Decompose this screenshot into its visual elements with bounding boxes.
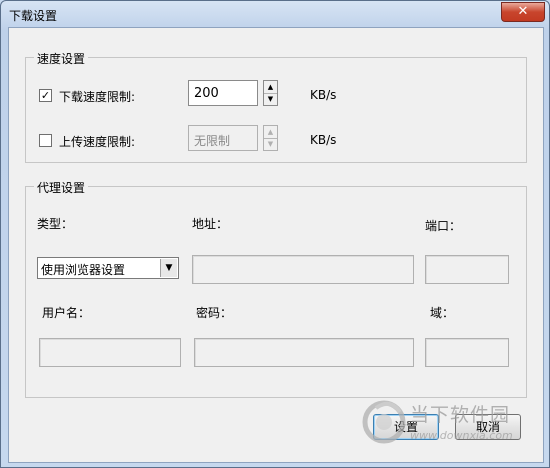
proxy-settings-group: 代理设置 类型： 地址： 端口： 使用浏览器设置 ▼ 用户名： 密码： 域：	[25, 179, 527, 398]
spin-down-icon: ▼	[267, 140, 274, 148]
speed-settings-legend: 速度设置	[34, 50, 89, 67]
upload-limit-checkbox[interactable]	[39, 134, 52, 147]
speed-settings-group: 速度设置 ✓ 下载速度限制: 200 ▲ ▼ KB/s 上传速度限制: 无限制 …	[25, 50, 527, 163]
watermark: 当下软件园 www.downxia.com	[362, 398, 532, 456]
watermark-url: www.downxia.com	[410, 429, 513, 442]
upload-limit-label: 上传速度限制:	[59, 135, 136, 149]
window-title: 下载设置	[9, 9, 58, 23]
proxy-type-value: 使用浏览器设置	[41, 263, 126, 277]
spin-down-icon[interactable]: ▼	[264, 93, 277, 105]
download-limit-input[interactable]: 200	[188, 80, 258, 106]
proxy-type-select[interactable]: 使用浏览器设置 ▼	[37, 257, 179, 279]
proxy-password-field	[194, 338, 414, 367]
upload-limit-input: 无限制	[188, 125, 258, 151]
proxy-username-field	[39, 338, 181, 367]
proxy-domain-label: 域：	[430, 306, 455, 320]
download-limit-label: 下载速度限制:	[59, 90, 136, 104]
proxy-domain-field	[425, 338, 509, 367]
proxy-password-label: 密码：	[196, 306, 233, 320]
upload-limit-value: 无限制	[194, 134, 231, 148]
proxy-settings-legend: 代理设置	[34, 179, 89, 196]
download-limit-checkbox[interactable]: ✓	[39, 89, 52, 102]
proxy-address-label: 地址：	[192, 217, 229, 231]
watermark-logo-text: 当下软件园	[410, 404, 511, 426]
download-limit-unit: KB/s	[310, 88, 337, 102]
upload-limit-unit: KB/s	[310, 133, 337, 147]
dropdown-arrow-icon[interactable]: ▼	[160, 259, 177, 277]
proxy-type-label: 类型：	[37, 217, 74, 231]
title-bar[interactable]: 下载设置 ✕	[1, 1, 549, 27]
proxy-address-field	[192, 255, 414, 284]
watermark-logo-icon	[362, 400, 406, 444]
download-limit-value: 200	[194, 86, 219, 101]
download-limit-spinner[interactable]: ▲ ▼	[263, 80, 278, 106]
close-button[interactable]: ✕	[501, 2, 545, 22]
upload-limit-spinner: ▲ ▼	[263, 125, 278, 151]
proxy-port-field	[425, 255, 509, 284]
proxy-port-label: 端口：	[425, 219, 462, 233]
proxy-username-label: 用户名：	[42, 306, 91, 320]
